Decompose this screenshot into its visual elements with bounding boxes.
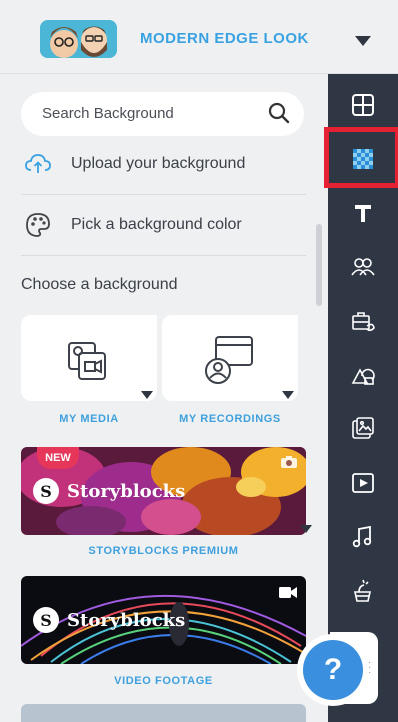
caret-down-icon[interactable] xyxy=(300,525,312,533)
theme-title[interactable]: MODERN EDGE LOOK xyxy=(140,30,309,47)
storyblocks-s-icon: S xyxy=(33,607,59,633)
text-icon xyxy=(355,205,371,222)
upload-label: Upload your background xyxy=(71,155,246,172)
toolbar-layout-button[interactable] xyxy=(328,78,398,132)
panel-scrollbar[interactable] xyxy=(316,224,322,306)
next-background-thumbnail[interactable] xyxy=(21,704,306,722)
caret-down-icon[interactable] xyxy=(355,36,371,46)
storyblocks-logo: S Storyblocks xyxy=(33,478,185,504)
pick-color-button[interactable]: Pick a background color xyxy=(21,195,306,255)
cloud-upload-icon xyxy=(25,154,51,173)
video-footage-thumbnail[interactable]: S Storyblocks xyxy=(21,576,306,664)
recordings-icon xyxy=(205,336,253,384)
pick-color-label: Pick a background color xyxy=(71,216,242,233)
layout-icon xyxy=(352,94,374,116)
storyblocks-s-icon: S xyxy=(33,478,59,504)
toolbar-text-button[interactable] xyxy=(328,186,398,240)
help-question-icon: ? xyxy=(303,640,363,700)
characters-icon xyxy=(351,258,375,276)
upload-background-button[interactable]: Upload your background xyxy=(21,134,306,194)
theme-avatar[interactable] xyxy=(40,20,117,58)
divider xyxy=(21,255,306,256)
music-icon xyxy=(352,525,372,548)
image-icon xyxy=(352,417,374,439)
video-footage-caption: VIDEO FOOTAGE xyxy=(114,675,213,687)
palette-icon xyxy=(26,213,50,237)
selected-tool-highlight xyxy=(324,127,398,188)
toolbar-effects-button[interactable] xyxy=(328,564,398,618)
toolbar-props-button[interactable] xyxy=(328,294,398,348)
drag-handle-icon[interactable]: · · · xyxy=(368,658,372,678)
new-badge: NEW xyxy=(37,447,79,469)
shapes-icon xyxy=(351,368,375,385)
storyblocks-brand: Storyblocks xyxy=(67,480,186,502)
storyblocks-logo: S Storyblocks xyxy=(33,607,185,633)
storyblocks-premium-thumbnail[interactable]: NEW S Storyblocks xyxy=(21,447,306,535)
toolbar-shapes-button[interactable] xyxy=(328,348,398,402)
video-icon xyxy=(352,473,374,493)
theme-header: MODERN EDGE LOOK xyxy=(0,0,398,74)
video-camera-icon xyxy=(279,587,297,598)
storyblocks-premium-caption: STORYBLOCKS PREMIUM xyxy=(88,545,239,557)
search-placeholder: Search Background xyxy=(42,105,174,122)
toolbar-music-button[interactable] xyxy=(328,510,398,564)
my-recordings-caption: MY RECORDINGS xyxy=(179,413,281,425)
camera-icon xyxy=(281,456,297,468)
storyblocks-brand: Storyblocks xyxy=(67,609,186,631)
props-icon xyxy=(352,312,375,332)
caret-down-icon[interactable] xyxy=(141,391,153,399)
toolbar-image-button[interactable] xyxy=(328,402,398,456)
effects-icon xyxy=(354,579,371,602)
search-icon[interactable] xyxy=(268,102,290,124)
caret-down-icon[interactable] xyxy=(282,391,294,399)
toolbar-characters-button[interactable] xyxy=(328,240,398,294)
my-media-caption: MY MEDIA xyxy=(59,413,119,425)
media-library-icon xyxy=(68,342,106,380)
background-panel: Search Background Upload your background xyxy=(0,74,328,722)
app-root: MODERN EDGE LOOK Search Background Uploa… xyxy=(0,0,398,722)
my-recordings-tile[interactable] xyxy=(162,315,298,401)
search-background-input[interactable]: Search Background xyxy=(21,92,304,136)
choose-background-heading: Choose a background xyxy=(21,276,178,293)
my-media-tile[interactable] xyxy=(21,315,157,401)
toolbar-video-button[interactable] xyxy=(328,456,398,510)
help-button[interactable]: ? xyxy=(297,634,369,706)
